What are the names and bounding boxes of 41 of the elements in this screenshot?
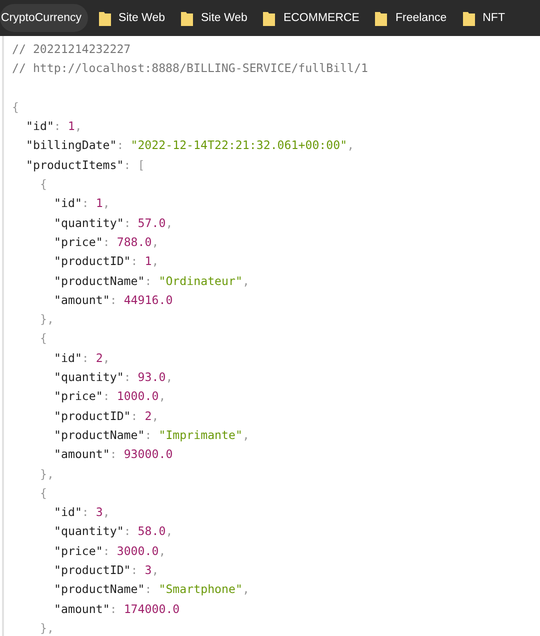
comment-line: // 20221214232227 xyxy=(12,41,131,58)
code-line: "productItems": [ xyxy=(26,156,145,174)
code-line: "price": 1000.0, xyxy=(54,388,166,406)
code-line: }, xyxy=(40,311,54,328)
bookmark-folder[interactable]: Site Web xyxy=(92,4,170,32)
bookmark-folder[interactable]: Freelance xyxy=(368,4,452,32)
code-line: "price": 788.0, xyxy=(54,234,159,251)
code-line: { xyxy=(40,176,47,194)
code-line: "id": 1, xyxy=(54,195,110,212)
code-line: "price": 3000.0, xyxy=(54,542,166,560)
folder-icon xyxy=(375,10,388,26)
bookmark[interactable]: CryptoCurrency xyxy=(0,4,88,32)
bookmark-folder[interactable]: ECOMMERCE xyxy=(256,4,364,32)
code-line: { xyxy=(40,484,47,502)
code-line: "quantity": 57.0, xyxy=(54,214,173,232)
code-line: "id": 2, xyxy=(54,350,110,367)
folder-icon xyxy=(180,10,193,26)
code-line: "quantity": 58.0, xyxy=(54,523,173,540)
code-line: }, xyxy=(40,620,54,636)
code-line: "productID": 1, xyxy=(54,253,159,270)
code-line: "billingDate": "2022-12-14T22:21:32.061+00:00", xyxy=(26,137,354,154)
bookmark-folder[interactable]: NFT xyxy=(456,4,510,32)
folder-icon xyxy=(462,10,475,26)
code-line: }, xyxy=(40,466,54,483)
code-line: "productID": 3, xyxy=(54,562,159,580)
code-line: "amount": 93000.0 xyxy=(54,446,173,464)
code-line: "id": 3, xyxy=(54,504,110,522)
code-line: "productName": "Imprimante", xyxy=(54,426,250,444)
folder-icon xyxy=(263,10,276,26)
code-line: { xyxy=(40,330,47,348)
comment-line: // http://localhost:8888/BILLING-SERVICE/fullBill/1 xyxy=(12,60,368,78)
code-line: "id": 1, xyxy=(26,118,82,136)
code-line: "productName": "Smartphone", xyxy=(54,581,250,598)
code-line: "productID": 2, xyxy=(54,408,159,425)
bookmark-folder[interactable]: Site Web xyxy=(174,4,252,32)
code-line: "amount": 44916.0 xyxy=(54,292,173,309)
code-line: "quantity": 93.0, xyxy=(54,369,173,386)
code-line: { xyxy=(12,98,19,116)
code-line: "amount": 174000.0 xyxy=(54,600,180,618)
code-line: "productName": "Ordinateur", xyxy=(54,272,250,290)
folder-icon xyxy=(98,10,111,26)
